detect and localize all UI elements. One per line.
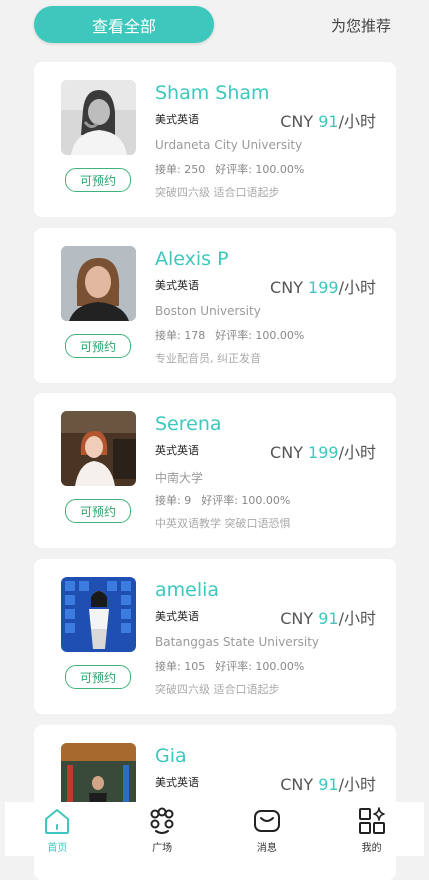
tab-square-label: 广场 [152, 843, 173, 854]
tutor-price: CNY 91/小时 [280, 112, 376, 131]
tutor-school: Urdaneta City University [155, 138, 303, 152]
tutor-language: 美式英语 [155, 776, 199, 789]
tutor-price: CNY 199/小时 [270, 278, 376, 297]
tutor-stats: 接单: 250 好评率: 100.00% [155, 163, 305, 176]
tutor-price: CNY 91/小时 [280, 775, 376, 794]
tutor-tags: 专业配音员, 纠正发音 [155, 352, 261, 365]
community-icon [150, 807, 174, 834]
tutor-tags: 突破四六级 适合口语起步 [155, 683, 280, 696]
recommend-tab[interactable]: 为您推荐 [331, 15, 391, 36]
tutor-name: Alexis P [155, 248, 229, 270]
tab-home-label: 首页 [47, 843, 68, 854]
tutor-name: Gia [155, 745, 187, 767]
tutor-card[interactable]: 可预约 Alexis P 美式英语 CNY 199/小时 Boston Univ… [34, 228, 396, 383]
tutor-stats: 接单: 9 好评率: 100.00% [155, 494, 291, 507]
tab-square[interactable]: 广场 [110, 802, 215, 856]
tutor-language: 美式英语 [155, 610, 199, 623]
tab-messages[interactable]: 消息 [215, 802, 320, 856]
tab-messages-label: 消息 [256, 843, 277, 854]
tutor-price: CNY 199/小时 [270, 443, 376, 462]
tutor-avatar [61, 411, 136, 486]
tab-profile-label: 我的 [361, 843, 382, 854]
tutor-name: Sham Sham [155, 82, 270, 104]
profile-grid-icon [358, 807, 385, 834]
tutor-language: 英式英语 [155, 444, 199, 457]
tutor-stats: 接单: 178 好评率: 100.00% [155, 329, 305, 342]
available-badge[interactable]: 可预约 [65, 168, 131, 192]
message-icon [253, 810, 280, 832]
tutor-language: 美式英语 [155, 279, 199, 292]
available-badge[interactable]: 可预约 [65, 665, 131, 689]
tutor-school: 中南大学 [155, 471, 204, 485]
tutor-avatar [61, 577, 136, 652]
tab-profile[interactable]: 我的 [319, 802, 424, 856]
bottom-tab-bar: 首页 广场 消息 我的 [5, 802, 424, 856]
tutor-stats: 接单: 105 好评率: 100.00% [155, 660, 305, 673]
top-bar: 查看全部 为您推荐 [0, 0, 429, 50]
tutor-language: 美式英语 [155, 113, 199, 126]
tutor-name: Serena [155, 413, 222, 435]
tutor-avatar [61, 80, 136, 155]
tutor-name: amelia [155, 579, 220, 601]
tab-home[interactable]: 首页 [5, 802, 110, 856]
home-icon [45, 809, 70, 834]
tutor-school: Boston University [155, 304, 261, 318]
view-all-button[interactable]: 查看全部 [34, 6, 214, 43]
available-badge[interactable]: 可预约 [65, 334, 131, 358]
tutor-school: Batanggas State University [155, 635, 320, 649]
tutor-tags: 突破四六级 适合口语起步 [155, 186, 280, 199]
available-badge[interactable]: 可预约 [65, 499, 131, 523]
tutor-card[interactable]: 可预约 Sham Sham 美式英语 CNY 91/小时 Urdaneta Ci… [34, 62, 396, 217]
tutor-price: CNY 91/小时 [280, 609, 376, 628]
tutor-card[interactable]: 可预约 Serena 英式英语 CNY 199/小时 中南大学 接单: 9 好评率… [34, 393, 396, 548]
tutor-card[interactable]: 可预约 amelia 美式英语 CNY 91/小时 Batanggas Stat… [34, 559, 396, 714]
tutor-avatar [61, 246, 136, 321]
tutor-tags: 中英双语教学 突破口语恐惧 [155, 517, 291, 530]
